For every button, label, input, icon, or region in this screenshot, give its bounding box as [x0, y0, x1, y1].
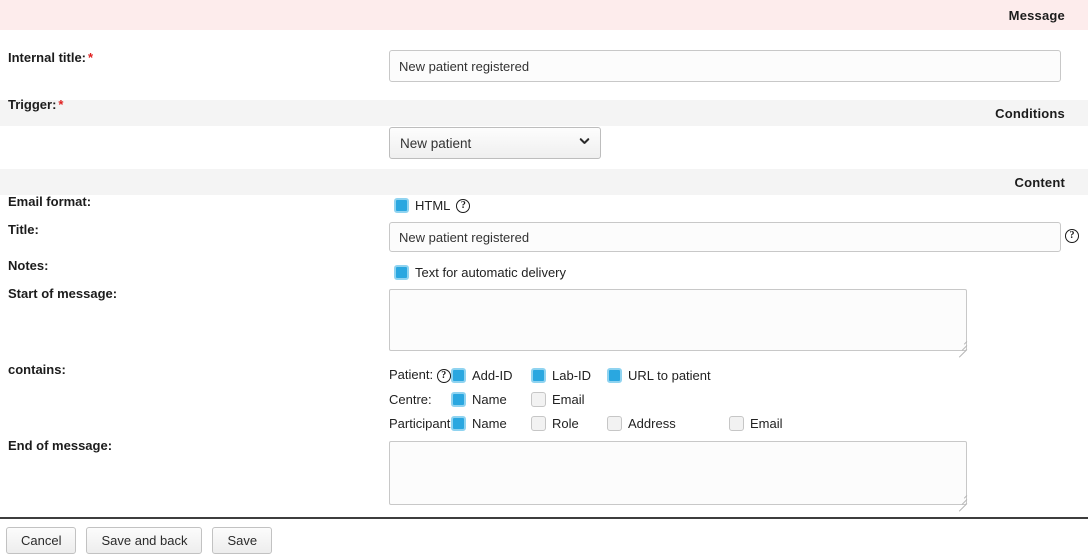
contains-item-participant-role[interactable]: Role — [531, 415, 607, 431]
label-end-of-message: End of message: — [8, 438, 113, 453]
label-notes: Notes: — [8, 258, 49, 273]
contains-row-centre-label: Centre: — [389, 391, 432, 407]
contains-item-centre-name[interactable]: Name — [451, 391, 531, 407]
label-start-of-message: Start of message: — [8, 286, 118, 301]
help-icon-patient[interactable]: ? — [436, 368, 451, 383]
checkbox-participant-name-label: Name — [472, 415, 507, 431]
section-title-message: Message — [1008, 7, 1065, 23]
label-internal-title: Internal title: * — [8, 50, 93, 65]
notes-checkbox-row[interactable]: Text for automatic delivery — [394, 265, 566, 280]
checkbox-centre-email-label: Email — [552, 391, 585, 407]
contains-row-centre: Centre: Name Email — [389, 387, 819, 411]
contains-item-patient-lab-id[interactable]: Lab-ID — [531, 367, 607, 383]
section-header-message: Message — [0, 0, 1088, 30]
end-of-message-textarea[interactable] — [389, 441, 967, 505]
label-email-format: Email format: — [8, 194, 92, 209]
contains-item-participant-email[interactable]: Email — [729, 415, 783, 431]
checkbox-centre-name[interactable] — [451, 391, 466, 407]
checkbox-html-label: HTML — [415, 198, 451, 213]
label-contains: contains: — [8, 362, 66, 377]
checkbox-patient-add-id-label: Add-ID — [472, 367, 513, 383]
label-trigger-text: Trigger: — [8, 97, 57, 112]
cancel-button[interactable]: Cancel — [6, 527, 77, 554]
checkbox-patient-lab-id-label: Lab-ID — [552, 367, 592, 383]
start-of-message-textarea[interactable] — [389, 289, 967, 351]
label-internal-title-text: Internal title: — [8, 50, 87, 65]
title-input[interactable] — [389, 222, 1061, 252]
section-title-content: Content — [1014, 174, 1065, 190]
required-marker-internal-title: * — [88, 50, 94, 65]
checkbox-participant-email[interactable] — [729, 415, 744, 431]
footer-divider — [0, 517, 1088, 519]
contains-item-participant-name[interactable]: Name — [451, 415, 531, 431]
checkbox-patient-add-id[interactable] — [451, 367, 466, 383]
footer-button-bar: Cancel Save and back Save — [6, 527, 273, 554]
save-and-back-button[interactable]: Save and back — [86, 527, 203, 554]
required-marker-trigger: * — [58, 97, 64, 112]
label-trigger: Trigger: * — [8, 97, 63, 112]
checkbox-participant-email-label: Email — [750, 415, 783, 431]
checkbox-patient-url-to-patient[interactable] — [607, 367, 622, 383]
contains-checkbox-grid: Patient: ? Add-ID Lab-ID URL to patient … — [389, 363, 819, 435]
contains-item-patient-add-id[interactable]: Add-ID — [451, 367, 531, 383]
internal-title-input[interactable] — [389, 50, 1061, 82]
trigger-select-wrapper[interactable]: New patient — [389, 127, 601, 159]
trigger-select[interactable]: New patient — [389, 127, 601, 159]
section-header-conditions: Conditions — [0, 100, 1088, 126]
checkbox-participant-role[interactable] — [531, 415, 546, 431]
help-icon-email-format[interactable]: ? — [456, 198, 471, 213]
checkbox-centre-name-label: Name — [472, 391, 507, 407]
checkbox-patient-url-to-patient-label: URL to patient — [628, 367, 711, 383]
contains-row-participant: Participant: Name Role Address Email — [389, 411, 819, 435]
contains-row-participant-label: Participant: — [389, 415, 455, 431]
checkbox-patient-lab-id[interactable] — [531, 367, 546, 383]
checkbox-text-for-automatic-delivery-label: Text for automatic delivery — [415, 265, 567, 280]
contains-row-patient: Patient: ? Add-ID Lab-ID URL to patient — [389, 363, 819, 387]
checkbox-participant-address[interactable] — [607, 415, 622, 431]
checkbox-participant-address-label: Address — [628, 415, 676, 431]
checkbox-participant-role-label: Role — [552, 415, 579, 431]
contains-row-patient-text: Patient: — [389, 367, 434, 383]
section-title-conditions: Conditions — [995, 105, 1065, 121]
contains-item-participant-address[interactable]: Address — [607, 415, 729, 431]
email-format-html-row[interactable]: HTML ? — [394, 198, 471, 213]
contains-row-patient-label: Patient: ? — [389, 367, 451, 383]
checkbox-text-for-automatic-delivery[interactable] — [394, 265, 409, 280]
help-icon-title[interactable]: ? — [1065, 229, 1079, 243]
checkbox-centre-email[interactable] — [531, 391, 546, 407]
save-button[interactable]: Save — [212, 527, 273, 554]
contains-item-centre-email[interactable]: Email — [531, 391, 607, 407]
checkbox-participant-name[interactable] — [451, 415, 466, 431]
contains-item-patient-url[interactable]: URL to patient — [607, 367, 729, 383]
checkbox-html[interactable] — [394, 198, 409, 213]
label-title: Title: — [8, 222, 39, 237]
section-header-content: Content — [0, 169, 1088, 195]
